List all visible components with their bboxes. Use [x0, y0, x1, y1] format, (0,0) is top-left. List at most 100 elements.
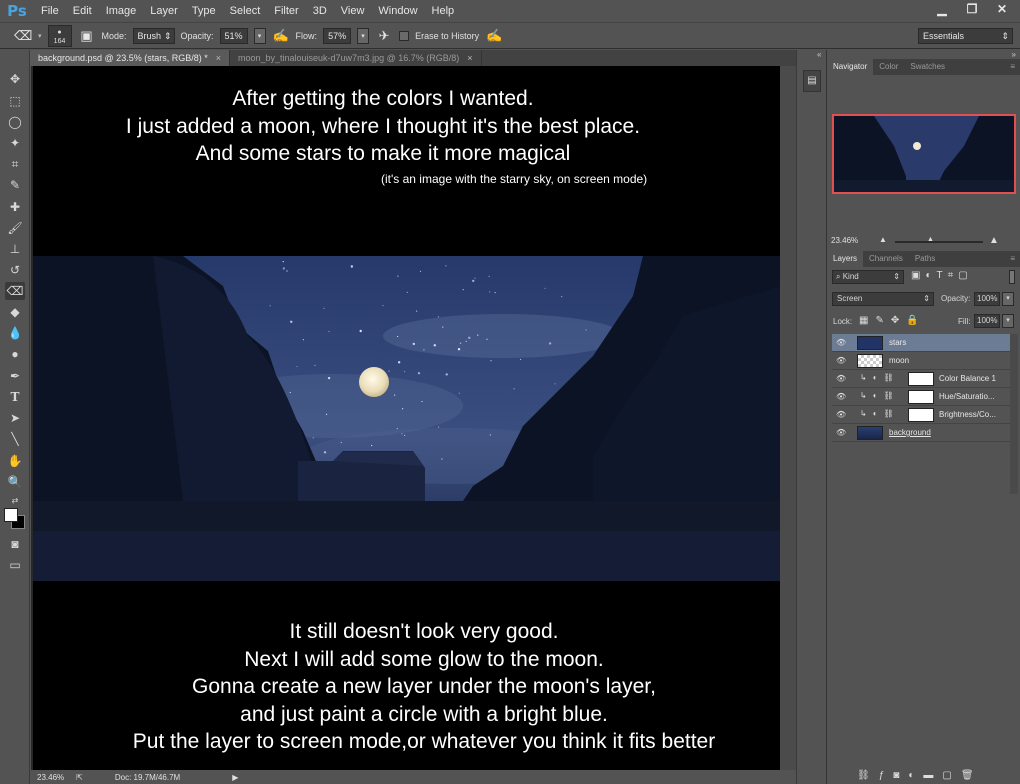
- vertical-scrollbar[interactable]: [780, 66, 796, 770]
- move-tool-icon[interactable]: ✥: [5, 70, 25, 88]
- lasso-tool-icon[interactable]: ◯: [5, 113, 25, 131]
- history-panel-icon[interactable]: ▤: [803, 70, 821, 92]
- menu-filter[interactable]: Filter: [267, 0, 305, 22]
- zoom-level[interactable]: 23.46%: [37, 773, 64, 782]
- filter-type-icon[interactable]: T: [937, 270, 948, 281]
- lock-image-icon[interactable]: ✎: [875, 315, 890, 326]
- layers-scrollbar[interactable]: [1010, 334, 1018, 494]
- visibility-eye-icon[interactable]: 👁: [836, 356, 846, 365]
- clone-stamp-tool-icon[interactable]: ⊥: [5, 240, 25, 258]
- menu-file[interactable]: File: [34, 0, 66, 22]
- close-button[interactable]: ✕: [994, 2, 1010, 16]
- zoom-slider-handle[interactable]: ▲: [927, 236, 934, 243]
- quick-mask-icon[interactable]: ◙: [5, 535, 25, 553]
- export-icon[interactable]: ⇱: [76, 773, 83, 782]
- restore-button[interactable]: ❐: [964, 2, 980, 16]
- menu-image[interactable]: Image: [99, 0, 144, 22]
- tab-moon-jpg[interactable]: moon_by_tinalouiseuk-d7uw7m3.jpg @ 16.7%…: [230, 50, 482, 66]
- hand-tool-icon[interactable]: ✋: [5, 452, 25, 470]
- layer-row-hue-saturation[interactable]: 👁 ↳◐⛓ Hue/Saturatio...: [832, 388, 1010, 406]
- tab-channels[interactable]: Channels: [863, 251, 909, 267]
- lock-position-icon[interactable]: ✥: [891, 315, 906, 326]
- pressure-opacity-icon[interactable]: ✍: [272, 28, 290, 44]
- menu-view[interactable]: View: [334, 0, 372, 22]
- type-tool-icon[interactable]: T: [5, 388, 25, 406]
- erase-to-history-checkbox[interactable]: [399, 30, 410, 41]
- zoom-out-icon[interactable]: ▲: [879, 235, 887, 244]
- collapse-panel-icon[interactable]: »: [1012, 50, 1016, 59]
- opacity-dropdown-arrow-icon[interactable]: ▾: [1002, 292, 1014, 306]
- visibility-eye-icon[interactable]: 👁: [836, 392, 846, 401]
- eraser-tool-icon[interactable]: ⌫: [5, 282, 25, 300]
- filter-adjustment-icon[interactable]: ◐: [925, 270, 936, 281]
- new-adjustment-icon[interactable]: ◐: [908, 770, 923, 781]
- marquee-tool-icon[interactable]: ⬚: [5, 92, 25, 110]
- tab-color[interactable]: Color: [873, 59, 904, 75]
- fill-dropdown-arrow-icon[interactable]: ▾: [1002, 314, 1014, 328]
- collapse-dock-icon[interactable]: «: [817, 50, 821, 59]
- navigator-preview[interactable]: [832, 114, 1016, 194]
- add-mask-icon[interactable]: ◙: [893, 770, 908, 781]
- panel-menu-icon[interactable]: ≡: [1004, 59, 1020, 75]
- tab-paths[interactable]: Paths: [909, 251, 941, 267]
- navigator-zoom-value[interactable]: 23.46%: [831, 236, 858, 245]
- fill-field[interactable]: 100%: [974, 314, 1000, 328]
- close-tab-icon[interactable]: ×: [467, 53, 472, 63]
- new-group-icon[interactable]: ▬: [923, 770, 942, 781]
- line-tool-icon[interactable]: ╲: [5, 430, 25, 448]
- zoom-tool-icon[interactable]: 🔍: [5, 473, 25, 491]
- status-menu-arrow-icon[interactable]: ▶: [232, 773, 238, 782]
- layer-row-brightness-contrast[interactable]: 👁 ↳◐⛓ Brightness/Co...: [832, 406, 1010, 424]
- path-selection-tool-icon[interactable]: ➤: [5, 409, 25, 427]
- filter-pixel-icon[interactable]: ▣: [911, 270, 925, 281]
- delete-layer-icon[interactable]: 🗑: [961, 770, 983, 781]
- workspace-select[interactable]: Essentials ⇕: [918, 28, 1013, 44]
- pen-tool-icon[interactable]: ✒: [5, 367, 25, 385]
- document-canvas[interactable]: After getting the colors I wanted. I jus…: [33, 66, 781, 770]
- foreground-color-swatch[interactable]: [4, 508, 18, 522]
- new-layer-icon[interactable]: ▢: [942, 770, 960, 781]
- healing-brush-tool-icon[interactable]: ✚: [5, 198, 25, 216]
- visibility-eye-icon[interactable]: 👁: [836, 428, 846, 437]
- tab-swatches[interactable]: Swatches: [904, 59, 951, 75]
- panel-menu-icon[interactable]: ≡: [1004, 251, 1020, 267]
- link-layers-icon[interactable]: ⛓: [857, 770, 879, 781]
- visibility-eye-icon[interactable]: 👁: [836, 374, 846, 383]
- menu-select[interactable]: Select: [223, 0, 268, 22]
- layer-row-moon[interactable]: 👁 moon: [832, 352, 1010, 370]
- minimize-button[interactable]: ▁: [934, 2, 950, 16]
- layer-row-background[interactable]: 👁 background: [832, 424, 1010, 442]
- flow-field[interactable]: 57%: [323, 27, 352, 44]
- screen-mode-icon[interactable]: ▭: [5, 556, 25, 574]
- layer-row-stars[interactable]: 👁 stars: [832, 334, 1010, 352]
- blend-mode-select[interactable]: Screen ⇕: [832, 292, 934, 306]
- layer-row-color-balance[interactable]: 👁 ↳◐⛓ Color Balance 1: [832, 370, 1010, 388]
- menu-type[interactable]: Type: [185, 0, 223, 22]
- visibility-eye-icon[interactable]: 👁: [836, 410, 846, 419]
- mode-select[interactable]: Brush ⇕: [132, 27, 175, 44]
- tab-background-psd[interactable]: background.psd @ 23.5% (stars, RGB/8) * ×: [30, 50, 230, 66]
- eraser-preset-icon[interactable]: ⌫: [14, 28, 32, 44]
- eyedropper-tool-icon[interactable]: ✎: [5, 176, 25, 194]
- close-tab-icon[interactable]: ×: [216, 53, 221, 63]
- filter-smart-icon[interactable]: ▢: [958, 270, 972, 281]
- zoom-in-icon[interactable]: ▲: [989, 235, 999, 246]
- magic-wand-tool-icon[interactable]: ✦: [5, 134, 25, 152]
- filter-toggle[interactable]: [1009, 270, 1015, 284]
- menu-help[interactable]: Help: [425, 0, 462, 22]
- preset-dropdown-arrow-icon[interactable]: ▾: [38, 32, 42, 40]
- paint-bucket-tool-icon[interactable]: ◆: [5, 303, 25, 321]
- dodge-tool-icon[interactable]: ●: [5, 345, 25, 363]
- visibility-eye-icon[interactable]: 👁: [836, 338, 846, 347]
- pressure-size-icon[interactable]: ✍: [485, 28, 503, 44]
- tab-navigator[interactable]: Navigator: [827, 59, 874, 75]
- layer-filter-select[interactable]: ⌕ Kind ⇕: [832, 270, 904, 284]
- tab-layers[interactable]: Layers: [827, 251, 864, 267]
- airbrush-icon[interactable]: ✈: [375, 28, 393, 44]
- menu-window[interactable]: Window: [371, 0, 424, 22]
- brush-tool-icon[interactable]: 🖌: [5, 219, 25, 237]
- opacity-dropdown-arrow-icon[interactable]: ▾: [253, 27, 266, 44]
- menu-3d[interactable]: 3D: [306, 0, 334, 22]
- layer-opacity-field[interactable]: 100%: [974, 292, 1000, 306]
- flow-dropdown-arrow-icon[interactable]: ▾: [357, 27, 370, 44]
